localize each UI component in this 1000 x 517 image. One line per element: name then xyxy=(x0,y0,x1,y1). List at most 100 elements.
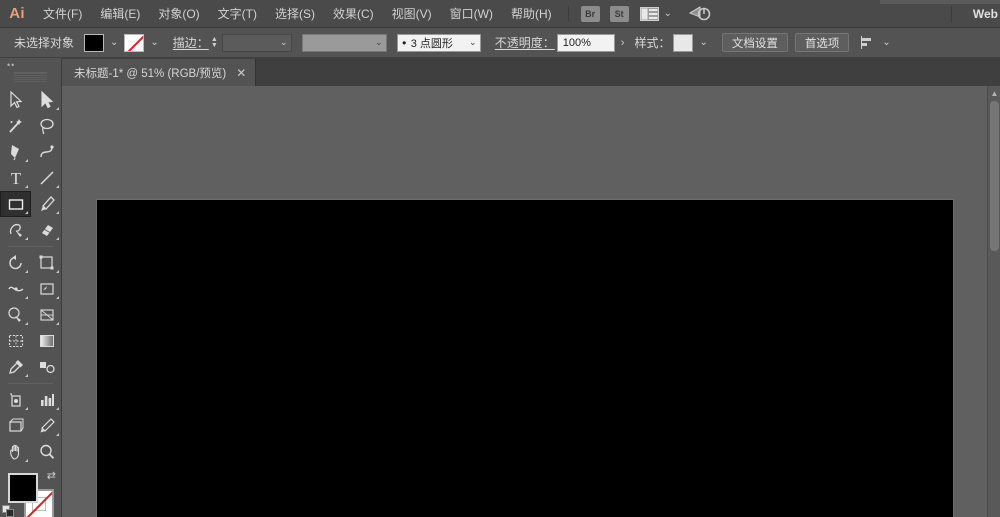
app-logo-icon: Ai xyxy=(9,5,25,22)
menu-edit[interactable]: 编辑(E) xyxy=(91,0,149,28)
swap-fill-stroke-icon[interactable]: ⇄ xyxy=(47,469,56,482)
paintbrush-tool[interactable] xyxy=(31,191,62,217)
tool-expand-corner xyxy=(25,159,28,162)
stroke-weight-input[interactable]: ⌄ xyxy=(221,33,292,52)
style-chevron-down-icon[interactable]: ⌄ xyxy=(693,37,713,48)
tool-expand-corner xyxy=(25,270,28,273)
tools-grid-symbols xyxy=(0,387,62,465)
slice-tool[interactable] xyxy=(31,413,62,439)
artboard-tool[interactable] xyxy=(0,413,31,439)
stroke-color-swatch[interactable] xyxy=(124,33,145,52)
brush-dot-icon: • xyxy=(402,35,407,50)
magic-wand-tool[interactable] xyxy=(0,113,31,139)
zoom-tool[interactable] xyxy=(31,439,62,465)
control-bar: 未选择对象 ⌄ ⌄ 描边： ▲ ▼ ⌄ ⌄ • 3 点圆形 ⌄ 不透明度： 100… xyxy=(0,28,1000,58)
width-tool[interactable] xyxy=(0,276,31,302)
curvature-tool[interactable] xyxy=(31,139,62,165)
selection-tool[interactable] xyxy=(0,87,31,113)
stroke-profile-chevron-icon[interactable]: ⌄ xyxy=(372,37,386,48)
menu-effect[interactable]: 效果(C) xyxy=(324,0,383,28)
stroke-profile-dropdown[interactable]: ⌄ xyxy=(301,33,387,52)
menu-object[interactable]: 对象(O) xyxy=(149,0,208,28)
preferences-button[interactable]: 首选项 xyxy=(794,33,850,52)
direct-selection-tool[interactable] xyxy=(31,87,62,113)
tools-panel-collapse-icon[interactable]: •• xyxy=(0,58,61,72)
brush-chevron-icon[interactable]: ⌄ xyxy=(466,37,480,48)
tool-expand-corner xyxy=(56,185,59,188)
tools-panel-grip[interactable] xyxy=(14,72,47,82)
tool-expand-corner xyxy=(25,211,28,214)
align-dropdown[interactable]: ⌄ xyxy=(861,35,896,50)
document-setup-button[interactable]: 文档设置 xyxy=(721,33,788,52)
rotate-tool[interactable] xyxy=(0,250,31,276)
stroke-chevron-down-icon[interactable]: ⌄ xyxy=(144,37,164,48)
document-tab-bar: 未标题-1* @ 51% (RGB/预览) ✕ xyxy=(62,58,1000,86)
tools-panel: •• T ⇄ xyxy=(0,58,62,517)
lasso-tool[interactable] xyxy=(31,113,62,139)
stock-icon[interactable]: St xyxy=(609,5,629,22)
shape-builder-tool[interactable] xyxy=(0,302,31,328)
vertical-scrollbar-thumb[interactable] xyxy=(990,101,999,251)
line-segment-tool[interactable] xyxy=(31,165,62,191)
tool-expand-corner xyxy=(56,433,59,436)
menu-select[interactable]: 选择(S) xyxy=(266,0,324,28)
stroke-weight-label: 描边： xyxy=(172,36,209,50)
tool-expand-corner xyxy=(25,296,28,299)
close-icon[interactable]: ✕ xyxy=(236,66,246,80)
workspace-switcher-icon[interactable] xyxy=(688,4,712,24)
menu-help[interactable]: 帮助(H) xyxy=(502,0,561,28)
opacity-options-icon[interactable]: › xyxy=(615,37,631,49)
illustrator-window: Ai 文件(F) 编辑(E) 对象(O) 文字(T) 选择(S) 效果(C) 视… xyxy=(0,0,1000,517)
stroke-weight-chevron-icon[interactable]: ⌄ xyxy=(277,37,291,48)
workspace-label[interactable]: Web xyxy=(973,0,1000,28)
perspective-grid-tool[interactable] xyxy=(31,302,62,328)
type-tool[interactable]: T xyxy=(0,165,31,191)
svg-text:T: T xyxy=(10,169,21,187)
canvas-area[interactable]: ▲ xyxy=(62,86,1000,517)
artboard[interactable] xyxy=(97,200,953,517)
eyedropper-tool[interactable] xyxy=(0,354,31,380)
tools-grid: T xyxy=(0,87,62,243)
symbol-sprayer-tool[interactable] xyxy=(0,387,31,413)
scale-tool[interactable] xyxy=(31,250,62,276)
stroke-weight-stepper[interactable]: ▲ ▼ xyxy=(211,36,218,49)
menu-file[interactable]: 文件(F) xyxy=(34,0,91,28)
pen-tool[interactable] xyxy=(0,139,31,165)
fill-color-indicator[interactable] xyxy=(8,473,38,503)
scroll-up-icon[interactable]: ▲ xyxy=(988,87,1000,100)
brush-value: 3 点圆形 xyxy=(410,37,453,50)
tool-expand-corner xyxy=(56,407,59,410)
tool-expand-corner xyxy=(56,237,59,240)
tool-expand-corner xyxy=(25,374,28,377)
menu-window[interactable]: 窗口(W) xyxy=(441,0,502,28)
arrange-documents-icon[interactable] xyxy=(639,6,659,21)
tool-expand-corner xyxy=(56,211,59,214)
tool-expand-corner xyxy=(25,185,28,188)
gradient-tool[interactable] xyxy=(31,328,62,354)
fill-chevron-down-icon[interactable]: ⌄ xyxy=(104,37,124,48)
default-fill-stroke-icon[interactable] xyxy=(2,505,15,517)
free-transform-tool[interactable] xyxy=(31,276,62,302)
chevron-down-icon[interactable]: ⌄ xyxy=(664,8,672,19)
mesh-tool[interactable] xyxy=(0,328,31,354)
document-tab-title: 未标题-1* @ 51% (RGB/预览) xyxy=(74,67,227,80)
pencil-tool[interactable] xyxy=(0,217,31,243)
hand-tool[interactable] xyxy=(0,439,31,465)
fill-color-swatch[interactable] xyxy=(84,33,105,52)
color-controls: ⇄ xyxy=(0,469,62,517)
bridge-icon[interactable]: Br xyxy=(580,5,600,22)
align-chevron-down-icon[interactable]: ⌄ xyxy=(876,37,896,48)
blend-tool[interactable] xyxy=(31,354,62,380)
menu-view[interactable]: 视图(V) xyxy=(383,0,441,28)
document-tab[interactable]: 未标题-1* @ 51% (RGB/预览) ✕ xyxy=(62,59,257,86)
opacity-input[interactable]: 100% xyxy=(556,33,615,52)
rectangle-tool[interactable] xyxy=(0,191,31,217)
eraser-tool[interactable] xyxy=(31,217,62,243)
tool-expand-corner xyxy=(56,296,59,299)
column-graph-tool[interactable] xyxy=(31,387,62,413)
workspace-divider xyxy=(951,6,952,23)
graphic-style-swatch[interactable] xyxy=(673,33,694,52)
vertical-scrollbar[interactable]: ▲ xyxy=(987,86,1000,517)
menu-type[interactable]: 文字(T) xyxy=(209,0,266,28)
brush-definition-dropdown[interactable]: • 3 点圆形 ⌄ xyxy=(396,33,481,52)
